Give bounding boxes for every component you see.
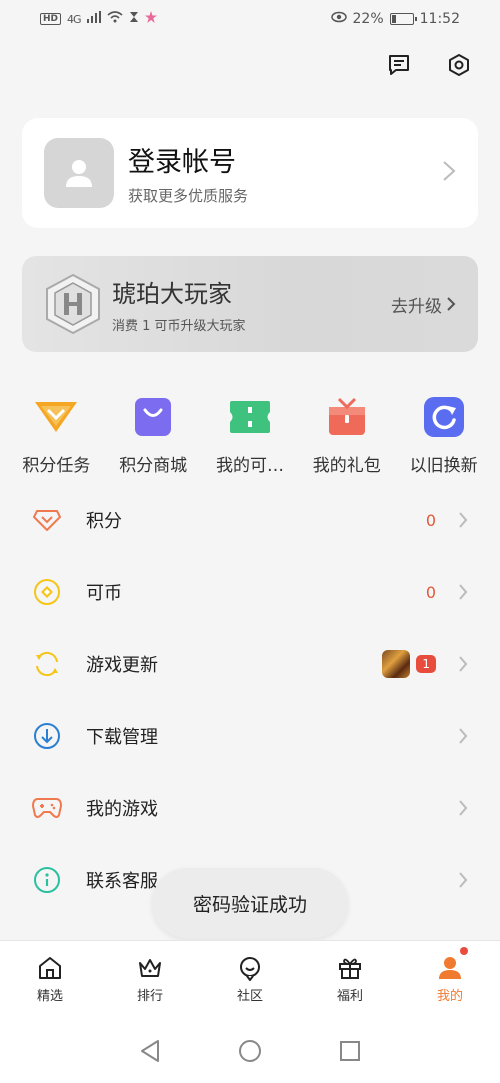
battery-icon — [389, 13, 417, 25]
menu-list: 积分 0 可币 0 游戏更新 1 下载管理 我的游戏 联系客服 — [0, 484, 500, 916]
quick-action-points-mall[interactable]: 积分商城 — [107, 395, 199, 476]
tab-label: 福利 — [336, 989, 363, 1004]
chevron-right-icon — [459, 584, 468, 600]
tab-community[interactable]: 社区 — [200, 941, 300, 1018]
amber-badge-icon — [44, 272, 102, 336]
clock: 11:52 — [419, 11, 460, 27]
hourglass-icon — [129, 11, 139, 27]
status-bar: HD 4G 22% 11:52 — [0, 0, 500, 38]
chevron-right-icon — [459, 800, 468, 816]
menu-item-points[interactable]: 积分 0 — [0, 484, 500, 556]
level-text: 琥珀大玩家 消费 1 可币升级大玩家 — [112, 274, 391, 334]
tab-label: 精选 — [36, 989, 63, 1004]
quick-action-label: 我的礼包 — [312, 456, 381, 476]
trade-in-icon — [422, 395, 466, 439]
status-right: 22% 11:52 — [330, 11, 460, 27]
login-card[interactable]: 登录帐号 获取更多优质服务 — [22, 118, 478, 228]
level-card[interactable]: 琥珀大玩家 消费 1 可币升级大玩家 去升级 — [22, 256, 478, 352]
quick-action-gift-pack[interactable]: 我的礼包 — [301, 395, 393, 476]
level-subtitle: 消费 1 可币升级大玩家 — [112, 319, 246, 334]
home-icon — [39, 957, 61, 979]
menu-item-label: 游戏更新 — [86, 655, 158, 676]
home-nav-icon[interactable] — [238, 1039, 262, 1063]
quick-actions: 积分任务 积分商城 我的可… 我的礼包 以旧换新 — [0, 395, 500, 476]
back-icon[interactable] — [139, 1039, 161, 1063]
coin-icon — [32, 577, 62, 607]
chevron-right-icon — [459, 656, 468, 672]
menu-item-label: 我的游戏 — [86, 799, 158, 820]
points-mall-icon — [131, 395, 175, 439]
menu-item-my-games[interactable]: 我的游戏 — [0, 772, 500, 844]
points-task-icon — [34, 395, 78, 439]
game-thumbnail — [382, 650, 411, 678]
network-label: 4G — [67, 12, 81, 26]
menu-item-label: 可币 — [86, 583, 122, 604]
upgrade-button[interactable]: 去升级 — [391, 292, 456, 317]
chevron-right-icon — [459, 872, 468, 888]
upgrade-label: 去升级 — [391, 296, 442, 317]
tab-label: 排行 — [136, 989, 163, 1004]
menu-item-downloads[interactable]: 下载管理 — [0, 700, 500, 772]
wifi-icon — [107, 11, 123, 27]
menu-item-label: 下载管理 — [86, 727, 158, 748]
level-title: 琥珀大玩家 — [112, 280, 232, 308]
notification-dot — [460, 947, 468, 955]
quick-action-trade-in[interactable]: 以旧换新 — [398, 395, 490, 476]
status-left: HD 4G — [40, 11, 157, 27]
tab-featured[interactable]: 精选 — [0, 941, 100, 1018]
login-text: 登录帐号 获取更多优质服务 — [128, 140, 442, 206]
coins-value: 0 — [425, 582, 436, 602]
chevron-right-icon — [459, 728, 468, 744]
menu-item-game-updates[interactable]: 游戏更新 1 — [0, 628, 500, 700]
chevron-right-icon — [442, 160, 456, 187]
update-count-badge: 1 — [416, 655, 436, 673]
system-nav-bar — [0, 1018, 500, 1083]
menu-item-label: 积分 — [86, 511, 122, 532]
tab-mine[interactable]: 我的 — [400, 941, 500, 1018]
signal-icon — [86, 11, 101, 27]
refresh-icon — [32, 649, 62, 679]
tab-label: 社区 — [236, 989, 263, 1004]
community-icon — [240, 957, 260, 981]
tab-ranking[interactable]: 排行 — [100, 941, 200, 1018]
tab-welfare[interactable]: 福利 — [300, 941, 400, 1018]
menu-item-coins[interactable]: 可币 0 — [0, 556, 500, 628]
login-title: 登录帐号 — [128, 147, 236, 178]
chevron-right-icon — [459, 512, 468, 528]
crown-icon — [139, 959, 161, 977]
quick-action-my-coupon[interactable]: 我的可… — [204, 395, 296, 476]
bottom-tab-bar: 精选 排行 社区 福利 我的 — [0, 940, 500, 1018]
quick-action-points-task[interactable]: 积分任务 — [10, 395, 102, 476]
quick-action-label: 以旧换新 — [409, 456, 478, 476]
diamond-icon — [32, 505, 62, 535]
person-icon — [439, 957, 461, 979]
info-icon — [32, 865, 62, 895]
download-icon — [32, 721, 62, 751]
points-value: 0 — [425, 510, 436, 530]
gamepad-icon — [32, 793, 62, 823]
gift-icon — [339, 958, 361, 979]
user-placeholder-icon — [66, 160, 92, 187]
message-icon[interactable] — [386, 52, 412, 78]
avatar — [44, 138, 114, 208]
chevron-right-icon — [447, 297, 456, 311]
my-coupon-icon — [228, 395, 272, 439]
gift-pack-icon — [325, 395, 369, 439]
quick-action-label: 积分任务 — [22, 456, 91, 476]
eye-icon — [330, 11, 347, 27]
battery-fill — [391, 15, 397, 23]
login-subtitle: 获取更多优质服务 — [128, 187, 249, 205]
quick-action-label: 积分商城 — [119, 456, 188, 476]
header-actions — [386, 52, 472, 78]
tab-label: 我的 — [436, 989, 463, 1004]
app-notification-icon — [144, 11, 157, 27]
settings-icon[interactable] — [446, 52, 472, 78]
battery-percent: 22% — [352, 11, 384, 27]
recents-icon[interactable] — [339, 1040, 361, 1062]
quick-action-label: 我的可… — [215, 456, 284, 476]
toast-message: 密码验证成功 — [152, 868, 348, 938]
hd-badge: HD — [40, 13, 62, 25]
